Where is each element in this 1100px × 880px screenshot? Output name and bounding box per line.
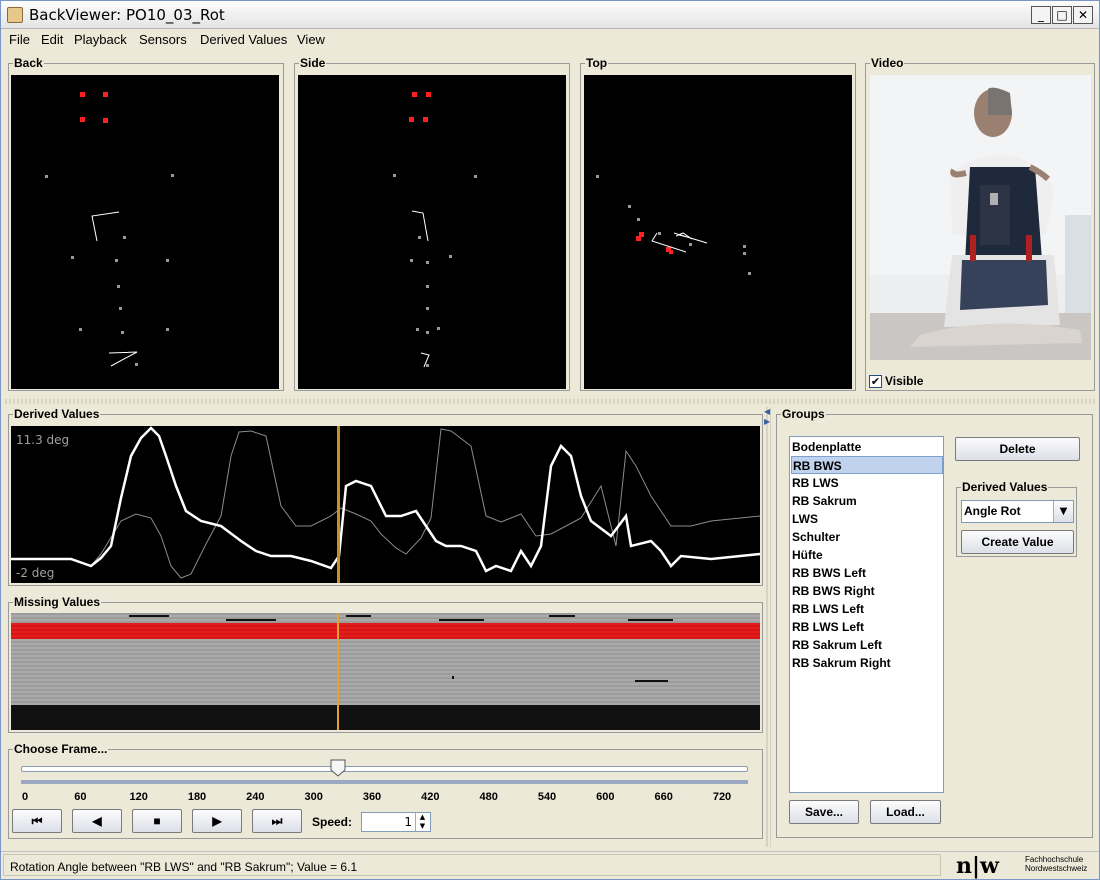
to-start-button[interactable]: ⏮ bbox=[12, 809, 62, 833]
group-list-item[interactable]: RB Sakrum Right bbox=[791, 654, 943, 672]
group-list-item[interactable]: RB BWS Right bbox=[791, 582, 943, 600]
group-list-item[interactable]: RB Sakrum bbox=[791, 492, 943, 510]
frame-tick-label: 360 bbox=[362, 791, 382, 803]
menu-view[interactable]: View bbox=[297, 32, 325, 47]
load-button[interactable]: Load... bbox=[870, 800, 941, 824]
frame-tick-label: 300 bbox=[304, 791, 323, 803]
frame-tick-label: 420 bbox=[421, 791, 440, 803]
speed-label: Speed: bbox=[312, 815, 353, 829]
vertical-splitter[interactable] bbox=[766, 407, 771, 847]
visible-checkbox[interactable]: ✔ bbox=[869, 375, 882, 388]
horizontal-splitter[interactable] bbox=[5, 399, 1095, 404]
stop-icon: ■ bbox=[153, 814, 161, 828]
frame-tick-label: 240 bbox=[246, 791, 265, 803]
checkmark-icon: ✔ bbox=[870, 375, 881, 388]
frame-tick-label: 480 bbox=[479, 791, 498, 803]
group-list-item[interactable]: RB BWS Left bbox=[791, 564, 943, 582]
frame-tick-label: 120 bbox=[129, 791, 148, 803]
menu-sensors[interactable]: Sensors bbox=[139, 32, 187, 47]
frame-tick-label: 660 bbox=[654, 791, 673, 803]
play-icon: ▶ bbox=[212, 814, 222, 828]
derived-values-box-label: Derived Values bbox=[961, 480, 1049, 494]
close-button[interactable]: ✕ bbox=[1073, 6, 1093, 24]
derived-series-white bbox=[11, 426, 760, 573]
frame-tick-label: 720 bbox=[712, 791, 732, 803]
delete-button[interactable]: Delete bbox=[955, 437, 1080, 461]
dropdown-value: Angle Rot bbox=[964, 504, 1021, 518]
spinner-down-icon[interactable]: ▼ bbox=[415, 822, 429, 831]
side-view-label: Side bbox=[299, 56, 327, 70]
status-field: Rotation Angle between "RB LWS" and "RB … bbox=[3, 854, 941, 876]
skip-forward-icon: ⏭ bbox=[271, 814, 283, 828]
speed-spinner[interactable]: 1 ▲ ▼ bbox=[361, 812, 431, 832]
groups-list[interactable]: Bodenplatte RB BWS RB LWS RB Sakrum LWS Schul… bbox=[789, 436, 944, 793]
minimize-button[interactable]: _ bbox=[1031, 6, 1051, 24]
menu-file[interactable]: File bbox=[9, 32, 30, 47]
chevron-down-icon[interactable]: ▼ bbox=[1053, 501, 1073, 522]
step-back-icon: ◀ bbox=[92, 814, 102, 828]
current-frame-marker[interactable] bbox=[337, 426, 340, 583]
choose-frame-label: Choose Frame... bbox=[13, 742, 109, 756]
status-text: Rotation Angle between "RB LWS" and "RB … bbox=[10, 860, 358, 874]
frame-tick-label: 0 bbox=[21, 791, 29, 803]
group-list-item[interactable]: RB LWS bbox=[791, 474, 943, 492]
skip-back-icon: ⏮ bbox=[31, 814, 43, 828]
app-window: BackViewer: PO10_03_Rot _ □ ✕ File Edit … bbox=[0, 0, 1100, 880]
group-list-item[interactable]: RB LWS Left bbox=[791, 600, 943, 618]
speed-value[interactable]: 1 bbox=[404, 815, 412, 829]
group-list-item[interactable]: LWS bbox=[791, 510, 943, 528]
frame-tick-label: 180 bbox=[187, 791, 207, 803]
back-view-canvas[interactable] bbox=[11, 75, 279, 389]
fhnw-logo: n|w bbox=[956, 853, 999, 879]
menu-derived-values[interactable]: Derived Values bbox=[200, 32, 287, 47]
group-list-item[interactable]: Schulter bbox=[791, 528, 943, 546]
derived-series-grey bbox=[11, 428, 760, 579]
spinner-up-icon[interactable]: ▲ bbox=[415, 813, 429, 822]
play-button[interactable]: ▶ bbox=[192, 809, 242, 833]
frame-slider-range-bar bbox=[21, 780, 748, 784]
collapse-left-icon[interactable]: ◀ bbox=[764, 407, 770, 416]
frame-slider-track[interactable] bbox=[21, 766, 748, 772]
frame-tick-label: 60 bbox=[74, 791, 87, 803]
to-end-button[interactable]: ⏭ bbox=[252, 809, 302, 833]
derived-values-label: Derived Values bbox=[13, 407, 101, 421]
group-list-item[interactable]: RB BWS bbox=[791, 456, 943, 474]
top-view-canvas[interactable] bbox=[584, 75, 852, 389]
missing-values-label: Missing Values bbox=[13, 595, 102, 609]
frame-slider-thumb[interactable] bbox=[330, 759, 346, 777]
step-back-button[interactable]: ◀ bbox=[72, 809, 122, 833]
create-value-button[interactable]: Create Value bbox=[961, 530, 1074, 554]
menu-bar: File Edit Playback Sensors Derived Value… bbox=[1, 29, 1099, 51]
derived-value-dropdown[interactable]: Angle Rot ▼ bbox=[961, 500, 1074, 523]
status-bar: Rotation Angle between "RB LWS" and "RB … bbox=[1, 851, 1099, 879]
group-list-item[interactable]: Hüfte bbox=[791, 546, 943, 564]
frame-tick-label: 540 bbox=[537, 791, 557, 803]
top-view-label: Top bbox=[585, 56, 609, 70]
collapse-right-icon[interactable]: ▶ bbox=[764, 417, 770, 426]
derived-values-plot[interactable]: 11.3 deg -2 deg bbox=[11, 426, 760, 583]
side-view-canvas[interactable] bbox=[298, 75, 566, 389]
title-bar: BackViewer: PO10_03_Rot _ □ ✕ bbox=[1, 1, 1099, 29]
missing-values-grid[interactable] bbox=[11, 613, 760, 730]
group-list-item[interactable]: RB Sakrum Left bbox=[791, 636, 943, 654]
menu-edit[interactable]: Edit bbox=[41, 32, 63, 47]
group-list-item[interactable]: RB LWS Left bbox=[791, 618, 943, 636]
video-frame bbox=[870, 75, 1091, 360]
window-title: BackViewer: PO10_03_Rot bbox=[29, 6, 225, 24]
maximize-button[interactable]: □ bbox=[1052, 6, 1072, 24]
y-max-label: 11.3 deg bbox=[16, 433, 69, 447]
logo-line-1: Fachhochschule bbox=[1025, 855, 1084, 864]
back-view-label: Back bbox=[13, 56, 44, 70]
stop-button[interactable]: ■ bbox=[132, 809, 182, 833]
logo-line-2: Nordwestschweiz bbox=[1025, 864, 1088, 873]
groups-label: Groups bbox=[781, 407, 826, 421]
group-list-item[interactable]: Bodenplatte bbox=[791, 438, 943, 456]
visible-label: Visible bbox=[885, 374, 924, 388]
menu-playback[interactable]: Playback bbox=[74, 32, 127, 47]
java-app-icon bbox=[7, 7, 23, 23]
save-button[interactable]: Save... bbox=[789, 800, 859, 824]
y-min-label: -2 deg bbox=[16, 566, 54, 580]
frame-tick-label: 600 bbox=[596, 791, 615, 803]
video-label: Video bbox=[870, 56, 905, 70]
